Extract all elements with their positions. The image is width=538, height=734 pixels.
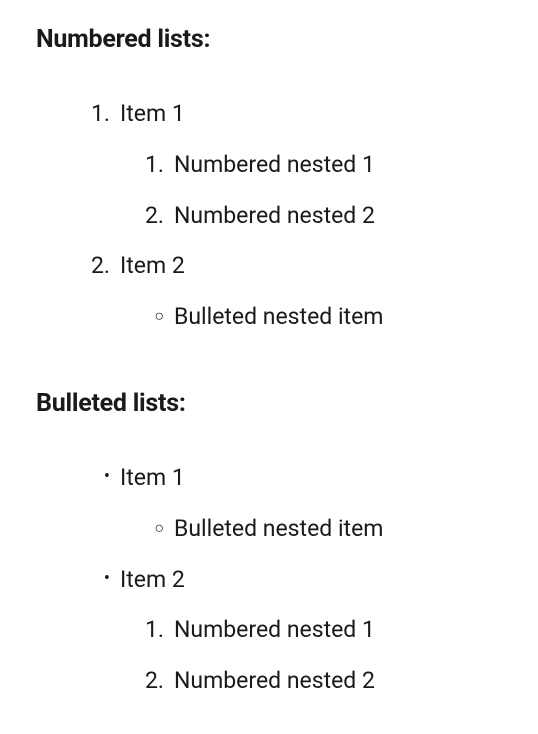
- numbered-list: 1. Item 1 1. Numbered nested 1 2. Number…: [36, 96, 502, 336]
- nested-list: ○ Bulleted nested item: [80, 299, 502, 336]
- list-item: 1. Numbered nested 1: [134, 612, 502, 649]
- list-item: 2. Numbered nested 2: [134, 198, 502, 235]
- list-item: • Item 2: [80, 562, 502, 599]
- nested-list: ○ Bulleted nested item: [80, 511, 502, 548]
- list-marker: 1.: [134, 147, 164, 184]
- bullet-disc-icon: •: [80, 460, 110, 494]
- nested-list: 1. Numbered nested 1 2. Numbered nested …: [80, 147, 502, 235]
- list-item-text: Item 1: [120, 96, 502, 133]
- list-marker: 2.: [134, 663, 164, 700]
- list-item-text: Numbered nested 2: [174, 663, 502, 700]
- list-marker: 1.: [80, 96, 110, 133]
- list-item: 1. Numbered nested 1: [134, 147, 502, 184]
- list-marker: 1.: [134, 612, 164, 649]
- bulleted-lists-section: Bulleted lists: • Item 1 ○ Bulleted nest…: [36, 384, 502, 700]
- list-item-text: Numbered nested 2: [174, 198, 502, 235]
- list-item: • Item 1: [80, 460, 502, 497]
- bullet-circle-icon: ○: [134, 511, 164, 545]
- bullet-disc-icon: •: [80, 562, 110, 596]
- list-item-text: Bulleted nested item: [174, 511, 502, 548]
- list-item: 2. Numbered nested 2: [134, 663, 502, 700]
- section-heading: Numbered lists:: [36, 20, 502, 60]
- list-marker: 2.: [134, 198, 164, 235]
- list-item: 2. Item 2: [80, 248, 502, 285]
- list-item-text: Numbered nested 1: [174, 147, 502, 184]
- list-marker: 2.: [80, 248, 110, 285]
- list-item-text: Bulleted nested item: [174, 299, 502, 336]
- list-item-text: Item 2: [120, 562, 502, 599]
- nested-list: 1. Numbered nested 1 2. Numbered nested …: [80, 612, 502, 700]
- section-heading: Bulleted lists:: [36, 384, 502, 424]
- list-item: ○ Bulleted nested item: [134, 299, 502, 336]
- list-item-text: Item 1: [120, 460, 502, 497]
- numbered-lists-section: Numbered lists: 1. Item 1 1. Numbered ne…: [36, 20, 502, 336]
- list-item: ○ Bulleted nested item: [134, 511, 502, 548]
- bulleted-list: • Item 1 ○ Bulleted nested item • Item 2…: [36, 460, 502, 700]
- list-item-text: Item 2: [120, 248, 502, 285]
- list-item-text: Numbered nested 1: [174, 612, 502, 649]
- bullet-circle-icon: ○: [134, 299, 164, 333]
- list-item: 1. Item 1: [80, 96, 502, 133]
